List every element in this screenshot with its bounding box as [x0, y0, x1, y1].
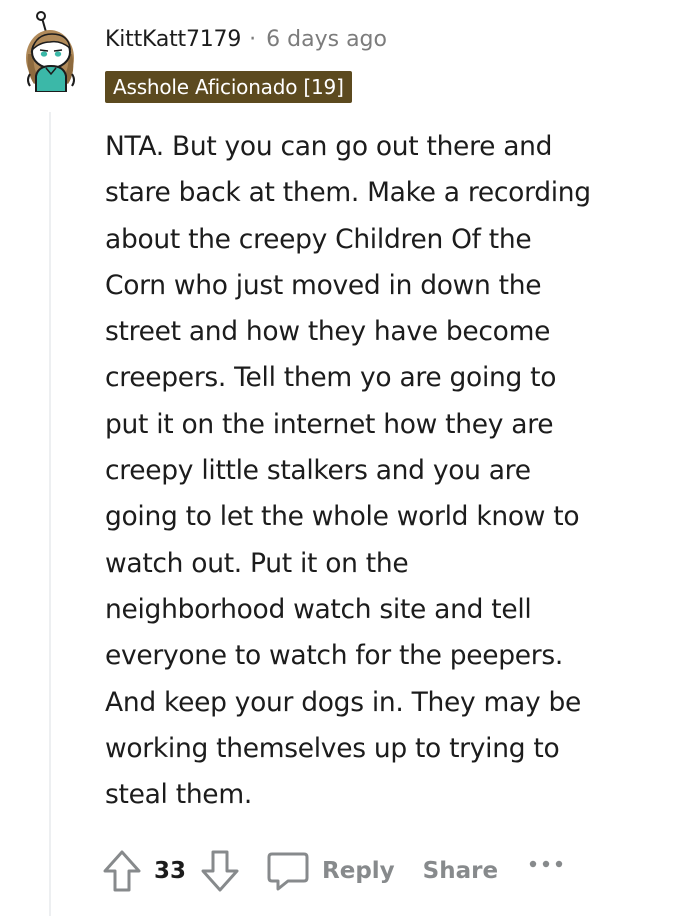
body-line: And keep your dogs in. They may be [105, 686, 582, 718]
body-line: stare back at them. Make a recording [105, 177, 591, 209]
body-line: put it on the internet how they are [105, 408, 554, 440]
body-line: everyone to watch for the peepers. [105, 640, 563, 672]
user-flair: Asshole Aficionado [19] [105, 71, 352, 103]
body-line: working themselves up to trying to [105, 732, 560, 764]
reply-icon-button[interactable] [266, 850, 310, 892]
thread-line[interactable] [49, 112, 51, 916]
more-dots-icon [529, 860, 563, 868]
body-line: street and how they have become [105, 316, 551, 348]
share-button[interactable]: Share [423, 858, 498, 884]
comment-body: NTA. But you can go out there and stare … [105, 124, 675, 818]
downvote-arrow-icon [201, 850, 239, 892]
body-line: neighborhood watch site and tell [105, 593, 532, 625]
comment-bubble-icon [267, 852, 309, 891]
upvote-button[interactable] [102, 849, 142, 893]
body-line: going to let the whole world know to [105, 501, 580, 533]
body-line: about the creepy Children Of the [105, 223, 532, 255]
avatar-icon [26, 11, 75, 93]
vote-count: 33 [154, 858, 187, 884]
comment-actions: 33 Reply Share [102, 843, 564, 899]
downvote-button[interactable] [200, 849, 240, 893]
timestamp[interactable]: 6 days ago [266, 27, 387, 52]
body-line: creepy little stalkers and you are [105, 455, 531, 487]
body-line: steal them. [105, 779, 252, 811]
body-line: watch out. Put it on the [105, 547, 409, 579]
avatar[interactable] [20, 10, 84, 93]
comment-header: KittKatt7179 · 6 days ago [105, 27, 387, 52]
body-line: Corn who just moved in down the [105, 269, 542, 301]
username[interactable]: KittKatt7179 [105, 27, 241, 52]
body-line: creepers. Tell them yo are going to [105, 362, 557, 394]
reply-button[interactable]: Reply [322, 858, 395, 884]
more-options-button[interactable] [528, 859, 564, 869]
separator-dot: · [249, 27, 257, 52]
body-line: NTA. But you can go out there and [105, 131, 553, 162]
upvote-arrow-icon [103, 850, 141, 892]
